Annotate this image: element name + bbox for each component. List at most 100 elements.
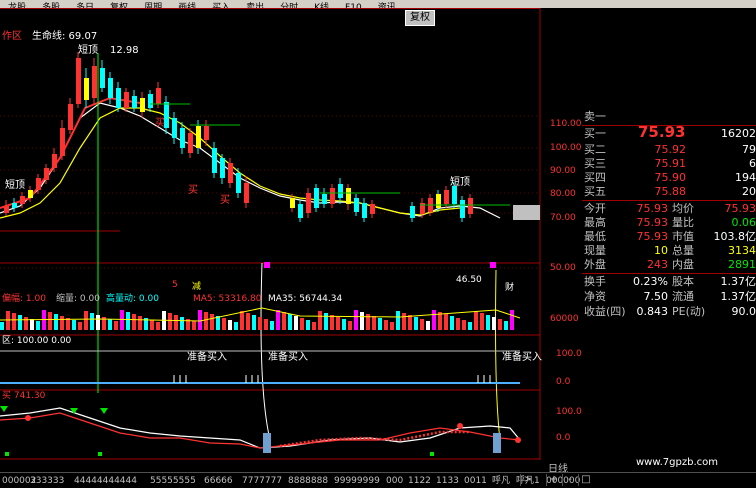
low-label: 最低 — [584, 230, 606, 244]
bottom-tab-11[interactable]: 0011 — [464, 475, 487, 487]
buy5-volume: 20 — [742, 185, 756, 199]
nav-row: 净资 7.50 流通 1.37亿 — [582, 290, 756, 304]
chart-canvas[interactable]: 110.00100.0090.0080.0070.0050.00 — [0, 8, 582, 460]
bottom-tab-10[interactable]: 1133 — [436, 475, 459, 487]
inner-value: 2891 — [728, 258, 756, 272]
bottom-control-0[interactable]: > — [520, 474, 535, 486]
volume-bar — [24, 317, 28, 330]
buy2-row[interactable]: 买二 75.92 79 — [582, 143, 756, 157]
bottom-control-2[interactable]: - — [562, 474, 577, 486]
candle-body — [228, 163, 233, 183]
volume-bar — [402, 313, 406, 330]
float-label: 流通 — [672, 290, 694, 304]
equity-label: 股本 — [672, 275, 694, 289]
price-axis-label: 50.00 — [550, 263, 576, 273]
buy-signal-label: 买 — [220, 194, 230, 206]
candle-body — [172, 118, 177, 138]
buy4-row[interactable]: 买四 75.90 194 — [582, 171, 756, 185]
sell1-label: 卖一 — [584, 110, 606, 124]
volume-bar — [510, 310, 514, 330]
buy1-price: 75.93 — [638, 125, 685, 139]
volume-bar — [6, 311, 10, 330]
candle-body — [220, 158, 225, 178]
volume-bar — [450, 316, 454, 330]
kline-chart-area[interactable]: 110.00100.0090.0080.0070.0050.00 — [0, 8, 582, 460]
bottom-tab-6[interactable]: 8888888 — [288, 475, 328, 487]
bottom-control-1[interactable]: + — [546, 474, 561, 486]
volume-bar — [342, 319, 346, 330]
volume-bar — [36, 321, 40, 330]
price-axis: 110.00100.0090.0080.0070.0050.00 — [550, 119, 582, 273]
bottom-tab-4[interactable]: 66666 — [204, 475, 233, 487]
volume-bar — [48, 312, 52, 330]
bottom-control-3[interactable]: □ — [578, 474, 593, 486]
osc-bar — [493, 433, 501, 453]
volume-bar — [426, 321, 430, 330]
volume-bar — [396, 311, 400, 330]
bottom-tab-9[interactable]: 1122 — [408, 475, 431, 487]
bottom-tab-12[interactable]: 呼凡 — [492, 475, 510, 487]
price-axis-label: 110.00 — [550, 119, 582, 129]
volume-bar — [348, 321, 352, 330]
bottom-tab-7[interactable]: 99999999 — [334, 475, 380, 487]
candle-body — [322, 194, 327, 204]
short-top-label: 短顶 — [450, 175, 470, 188]
buy5-label: 买五 — [584, 185, 606, 199]
bottom-tab-1[interactable]: 333333 — [30, 475, 64, 487]
volume-bar — [192, 321, 196, 330]
buy1-row[interactable]: 买一 75.93 16202 — [582, 127, 756, 141]
osc-axis-label: 0.0 — [556, 433, 571, 443]
buy5-row[interactable]: 买五 75.88 20 — [582, 185, 756, 199]
buy4-label: 买四 — [584, 171, 606, 185]
buy2-price: 75.92 — [655, 143, 687, 157]
candle-body — [20, 196, 25, 204]
volume-bar — [462, 320, 466, 330]
short-top-label: 短顶 — [5, 178, 25, 191]
signal-legend: 区: 100.00 0.00 — [2, 335, 72, 346]
outer-label: 外盘 — [584, 258, 606, 272]
watermark-text: www.7gpzb.com — [636, 457, 718, 468]
volume-bar — [492, 317, 496, 330]
volume-bar — [78, 322, 82, 330]
turnover-row: 换手 0.23% 股本 1.37亿 — [582, 275, 756, 289]
candle-body — [44, 168, 49, 180]
price-axis-label: 80.00 — [550, 189, 576, 199]
fuquan-button[interactable]: 复权 — [405, 10, 435, 26]
candle-body — [212, 148, 217, 173]
volume-bar — [234, 322, 238, 330]
panel-title: 作区 — [2, 30, 22, 42]
vol-marker: 财 — [505, 281, 514, 293]
candle-body — [346, 188, 351, 204]
short-top-label: 短顶 — [78, 43, 98, 56]
volume-bar — [30, 319, 34, 330]
volume-bar — [468, 322, 472, 330]
avg-value: 75.93 — [725, 202, 756, 216]
bottom-tab-3[interactable]: 55555555 — [150, 475, 196, 487]
sell1-row: 卖一 — [582, 110, 756, 124]
bottom-tab-5[interactable]: 7777777 — [242, 475, 282, 487]
ratio-value: 0.06 — [732, 216, 756, 230]
bottom-tab-8[interactable]: 000 — [386, 475, 403, 487]
volume-bar — [318, 311, 322, 330]
candle-body — [460, 200, 465, 218]
vol-marker-square — [490, 262, 496, 268]
candle-body — [60, 128, 65, 156]
low-value: 75.93 — [637, 230, 669, 244]
volume-bar — [252, 315, 256, 330]
nav-label: 净资 — [584, 290, 606, 304]
mcap-label: 市值 — [672, 230, 694, 244]
bottom-tab-2[interactable]: 44444444444 — [74, 475, 137, 487]
volume-bar — [270, 321, 274, 330]
total-volume-value: 3134 — [728, 244, 756, 258]
vol-legend-ma5: MA5: 53316.80 — [193, 294, 262, 304]
buy3-row[interactable]: 买三 75.91 6 — [582, 157, 756, 171]
candle-body — [452, 186, 457, 204]
high-label: 最高 — [584, 216, 606, 230]
volume-bar — [60, 316, 64, 330]
volume-bar — [114, 321, 118, 330]
volume-bar — [480, 313, 484, 330]
buy1-label: 买一 — [584, 127, 606, 141]
volume-bar — [360, 312, 364, 330]
candle-body — [68, 104, 73, 130]
candle-body — [124, 92, 129, 108]
